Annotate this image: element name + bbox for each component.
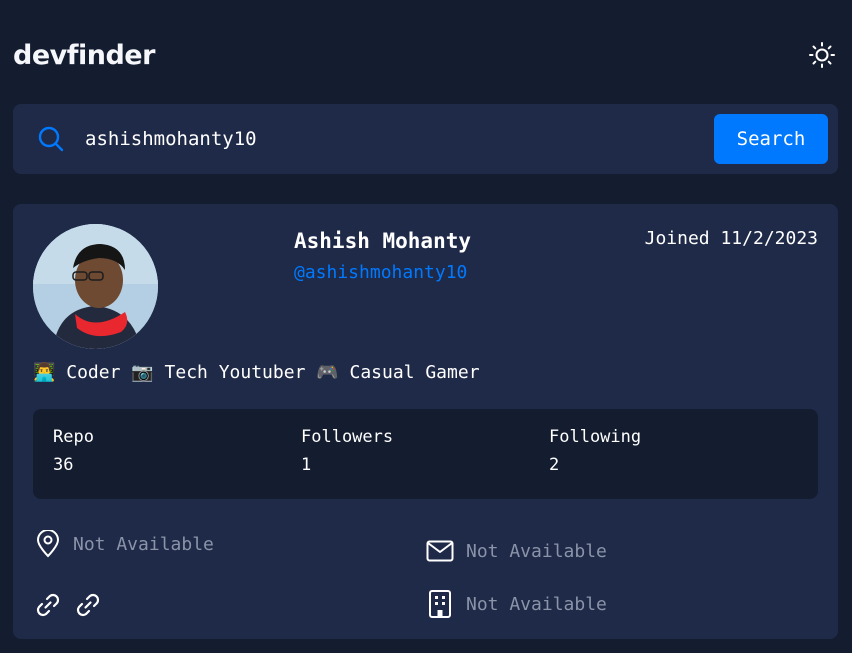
stat-followers: Followers 1 xyxy=(301,427,393,475)
info-company: Not Available xyxy=(426,589,607,619)
avatar xyxy=(33,224,158,349)
location-pin-icon xyxy=(35,530,61,558)
stat-following: Following 2 xyxy=(549,427,641,475)
stat-label: Repo xyxy=(53,427,94,447)
joined-date: Joined 11/2/2023 xyxy=(644,228,818,249)
stat-value: 36 xyxy=(53,455,74,475)
email-text: Not Available xyxy=(466,540,607,562)
stat-value: 1 xyxy=(301,455,312,475)
stats-panel: Repo 36 Followers 1 Following 2 xyxy=(33,409,818,499)
search-bar: Search xyxy=(13,104,838,174)
stat-label: Followers xyxy=(301,427,394,447)
profile-name: Ashish Mohanty xyxy=(294,229,472,253)
stat-value: 2 xyxy=(549,455,560,475)
header: devfinder xyxy=(13,30,839,80)
app-logo: devfinder xyxy=(13,39,155,71)
link-icon[interactable] xyxy=(33,590,63,620)
company-text: Not Available xyxy=(466,593,607,615)
stat-repos: Repo 36 xyxy=(53,427,94,475)
sun-icon xyxy=(808,41,836,69)
search-input[interactable] xyxy=(85,119,714,159)
search-button[interactable]: Search xyxy=(714,114,828,164)
mail-icon xyxy=(426,540,454,562)
info-email: Not Available xyxy=(426,540,607,562)
link-icon[interactable] xyxy=(73,590,103,620)
building-icon xyxy=(426,589,454,619)
stat-label: Following xyxy=(549,427,642,447)
profile-bio: 👨‍💻 Coder 📷 Tech Youtuber 🎮 Casual Gamer xyxy=(33,362,480,383)
profile-card: Ashish Mohanty @ashishmohanty10 Joined 1… xyxy=(13,204,838,639)
info-links xyxy=(33,590,103,620)
location-text: Not Available xyxy=(73,533,214,555)
theme-toggle-button[interactable] xyxy=(807,40,837,70)
info-location: Not Available xyxy=(35,530,214,558)
search-icon xyxy=(37,125,65,153)
profile-login-link[interactable]: @ashishmohanty10 xyxy=(294,262,467,283)
